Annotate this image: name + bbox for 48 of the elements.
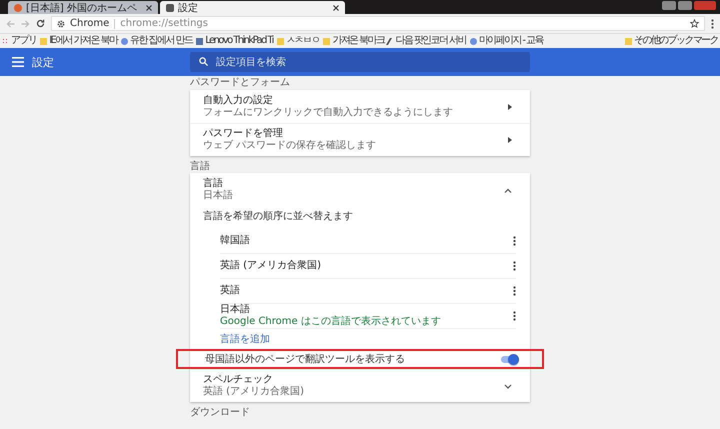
tab-icon xyxy=(166,4,174,12)
language-name: 英語 (アメリカ合衆国) xyxy=(220,260,321,272)
menu-icon[interactable] xyxy=(711,18,714,28)
bookmark-item[interactable]: 다음 팟인코더 서비 xyxy=(388,35,466,47)
settings-row[interactable]: 自動入力の設定 フォームにワンクリックで自動入力できるようにします xyxy=(190,90,530,123)
chevron-icon[interactable] xyxy=(504,384,512,388)
add-language-link[interactable]: 言語を追加 xyxy=(220,332,270,346)
arrow-right-icon xyxy=(508,104,512,110)
bookmark-item[interactable]: Lenovo ThinkPad Ti xyxy=(196,35,273,47)
toggle-switch[interactable] xyxy=(501,356,517,362)
bookmark-item[interactable]: アプリ xyxy=(2,35,36,47)
instruction-text: 言語を希望の順序に並べ替えます xyxy=(202,210,354,224)
more-icon[interactable] xyxy=(513,311,516,321)
more-icon[interactable] xyxy=(513,286,516,296)
page-title: 設定 xyxy=(32,54,54,70)
more-icon[interactable] xyxy=(513,261,516,271)
arrow-right-icon xyxy=(508,137,512,143)
spellcheck-row[interactable]: スペルチェック 英語 (アメリカ合衆国) xyxy=(190,369,530,402)
settings-icon xyxy=(57,20,65,28)
browser-tab[interactable]: 設定 xyxy=(160,1,345,14)
address-bar[interactable]: Chrome chrome://settings xyxy=(51,16,705,31)
section-heading: パスワードとフォーム xyxy=(190,76,291,90)
section-heading: 言語 xyxy=(190,160,211,173)
browser-tab[interactable]: [日本語] 外国のホームペ xyxy=(8,1,158,14)
bookmark-item[interactable]: IE에서 가져온 북마 xyxy=(40,35,118,47)
bookmark-item[interactable]: 유한 집에서 만드 xyxy=(121,35,192,47)
menu-icon[interactable] xyxy=(12,57,24,67)
languages-row[interactable]: 言語 日本語 xyxy=(190,173,530,207)
chevron-icon[interactable] xyxy=(504,188,512,192)
language-name: 韓国語 xyxy=(220,235,250,247)
language-name: 英語 xyxy=(220,285,240,297)
reload-icon[interactable] xyxy=(36,19,45,28)
toggle-label: 母国語以外のページで翻訳ツールを表示する xyxy=(205,352,405,366)
settings-row[interactable]: パスワードを管理 ウェブ パスワードの保存を確認します xyxy=(190,123,530,156)
star-icon[interactable] xyxy=(690,19,699,28)
language-name: 日本語 xyxy=(220,304,251,316)
bookmark-item[interactable]: ㅅㅊㅂㅇ xyxy=(276,35,320,47)
bookmark-item[interactable]: 가져온 북마크 xyxy=(323,35,384,47)
bookmark-item[interactable]: 마이페이지 - 교육 xyxy=(470,35,543,47)
bookmark-item[interactable]: その他のブックマーク xyxy=(624,35,718,47)
window-controls-drawing[interactable] xyxy=(662,1,716,10)
more-icon[interactable] xyxy=(513,236,516,246)
language-note: Google Chrome はこの言語で表示されています xyxy=(220,316,441,328)
section-heading: ダウンロード xyxy=(190,406,251,419)
tab-icon xyxy=(14,4,22,12)
close-icon[interactable] xyxy=(146,4,152,10)
close-icon[interactable] xyxy=(333,4,339,10)
search-field[interactable]: 設定項目を検索 xyxy=(190,52,530,72)
